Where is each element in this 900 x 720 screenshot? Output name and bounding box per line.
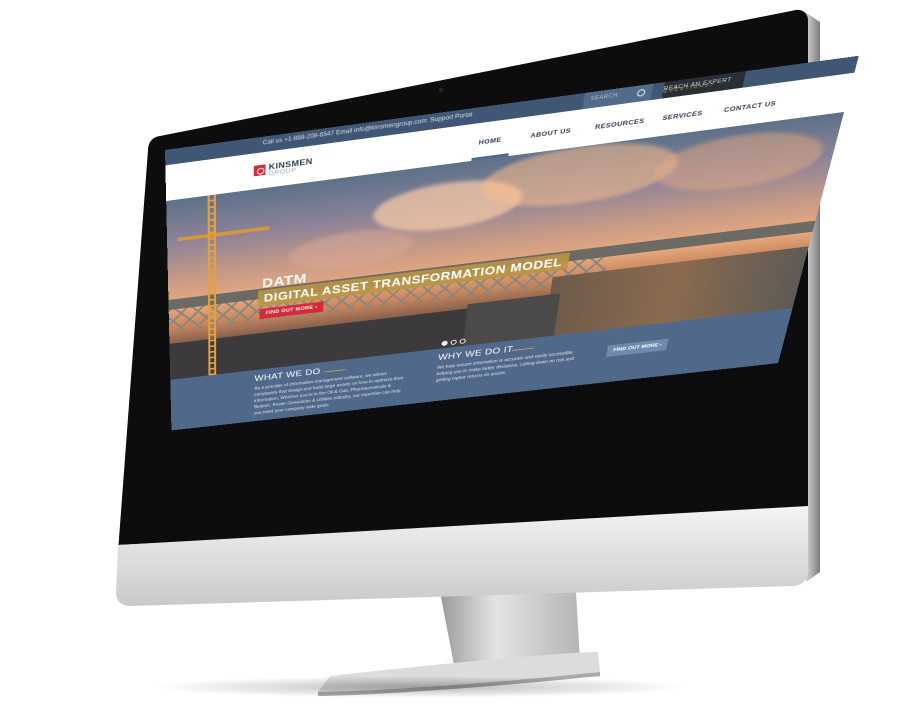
heading-divider (511, 347, 535, 351)
crane-tower (207, 194, 217, 376)
nav-home[interactable]: HOME (478, 137, 502, 147)
slider-dot-2[interactable] (450, 339, 457, 346)
nav-contact-us[interactable]: CONTACT US (723, 100, 776, 114)
support-portal-link[interactable]: Support Portal (430, 112, 473, 124)
find-out-more-button[interactable]: FIND OUT MORE › (606, 338, 669, 357)
cloud (649, 123, 830, 199)
heading-divider (324, 369, 346, 373)
monitor-shadow (150, 676, 690, 698)
nav-about-us[interactable]: ABOUT US (530, 127, 571, 139)
nav-services[interactable]: SERVICES (662, 110, 703, 122)
kinsmen-logo-icon[interactable] (253, 164, 266, 177)
search-icon[interactable] (636, 88, 646, 97)
crane-arm (177, 226, 270, 242)
search-input[interactable]: SEARCH (590, 92, 618, 102)
slider-dot-3[interactable] (459, 338, 466, 345)
cloud (288, 223, 415, 275)
nav-resources[interactable]: RESOURCES (594, 118, 644, 132)
slider-dot-1[interactable] (441, 340, 448, 347)
